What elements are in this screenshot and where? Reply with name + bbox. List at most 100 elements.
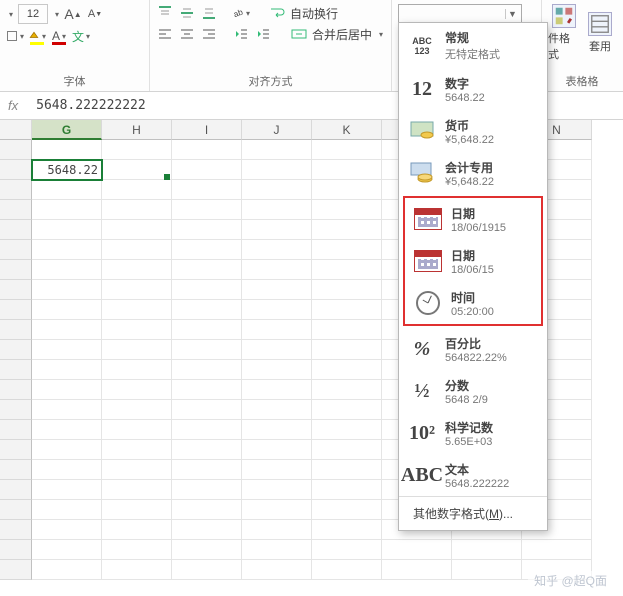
row-header[interactable] bbox=[0, 360, 32, 380]
format-option-time[interactable]: 时间05:20:00 bbox=[405, 282, 541, 324]
cell[interactable] bbox=[32, 540, 102, 560]
cell[interactable] bbox=[102, 500, 172, 520]
cell[interactable]: 5648.22 bbox=[32, 160, 102, 180]
cell[interactable] bbox=[102, 180, 172, 200]
format-option-date_long[interactable]: 日期18/06/1915 bbox=[405, 198, 541, 240]
cell[interactable] bbox=[102, 140, 172, 160]
cell[interactable] bbox=[312, 140, 382, 160]
cell[interactable] bbox=[242, 520, 312, 540]
align-middle-icon[interactable] bbox=[178, 4, 196, 22]
cell[interactable] bbox=[312, 500, 382, 520]
cell[interactable] bbox=[102, 200, 172, 220]
format-option-general[interactable]: ABC123常规无特定格式 bbox=[399, 23, 547, 68]
merge-center-icon[interactable] bbox=[290, 25, 308, 43]
cell[interactable] bbox=[452, 560, 522, 580]
cell[interactable] bbox=[32, 500, 102, 520]
cell[interactable] bbox=[32, 200, 102, 220]
cell[interactable] bbox=[382, 540, 452, 560]
cell[interactable] bbox=[32, 380, 102, 400]
cell[interactable] bbox=[172, 160, 242, 180]
cell[interactable] bbox=[172, 200, 242, 220]
number-format-combo[interactable]: ▼ bbox=[398, 4, 522, 24]
row-header[interactable] bbox=[0, 300, 32, 320]
cell[interactable] bbox=[312, 280, 382, 300]
cell[interactable] bbox=[242, 200, 312, 220]
cell[interactable] bbox=[102, 380, 172, 400]
format-option-scientific[interactable]: 10²科学记数5.65E+03 bbox=[399, 412, 547, 454]
increase-font-icon[interactable]: A▲ bbox=[64, 5, 82, 23]
row-header[interactable] bbox=[0, 200, 32, 220]
conditional-format-button[interactable]: 件格式 bbox=[548, 4, 580, 62]
cell[interactable] bbox=[242, 540, 312, 560]
cell[interactable] bbox=[312, 240, 382, 260]
cell[interactable] bbox=[522, 540, 592, 560]
cell[interactable] bbox=[172, 240, 242, 260]
cell[interactable] bbox=[242, 300, 312, 320]
cell[interactable] bbox=[102, 460, 172, 480]
cell[interactable] bbox=[312, 480, 382, 500]
row-header[interactable] bbox=[0, 180, 32, 200]
select-all-corner[interactable] bbox=[0, 120, 32, 140]
cell[interactable] bbox=[102, 220, 172, 240]
cell[interactable] bbox=[312, 380, 382, 400]
cell[interactable] bbox=[32, 480, 102, 500]
cell[interactable] bbox=[32, 180, 102, 200]
cell[interactable] bbox=[382, 560, 452, 580]
orientation-button[interactable]: ab bbox=[232, 4, 250, 22]
wrap-text-label[interactable]: 自动换行 bbox=[290, 5, 338, 22]
cell[interactable] bbox=[242, 360, 312, 380]
more-number-formats[interactable]: 其他数字格式(M)... bbox=[399, 496, 547, 530]
row-header[interactable] bbox=[0, 340, 32, 360]
cell[interactable] bbox=[32, 240, 102, 260]
row-header[interactable] bbox=[0, 420, 32, 440]
col-header-I[interactable]: I bbox=[172, 120, 242, 140]
row-header[interactable] bbox=[0, 540, 32, 560]
row-header[interactable] bbox=[0, 460, 32, 480]
cell[interactable] bbox=[242, 280, 312, 300]
cell[interactable] bbox=[102, 300, 172, 320]
cell[interactable] bbox=[32, 300, 102, 320]
row-header[interactable] bbox=[0, 240, 32, 260]
cell[interactable] bbox=[172, 440, 242, 460]
cell[interactable] bbox=[172, 400, 242, 420]
cell[interactable] bbox=[102, 440, 172, 460]
cell[interactable] bbox=[102, 520, 172, 540]
cell[interactable] bbox=[242, 320, 312, 340]
font-family-dropdown[interactable] bbox=[6, 5, 14, 23]
cell[interactable] bbox=[32, 520, 102, 540]
wrap-text-icon[interactable] bbox=[268, 4, 286, 22]
font-size-input[interactable]: 12 bbox=[18, 4, 48, 24]
row-header[interactable] bbox=[0, 560, 32, 580]
format-option-fraction[interactable]: ½分数5648 2/9 bbox=[399, 370, 547, 412]
cell[interactable] bbox=[242, 260, 312, 280]
cell[interactable] bbox=[172, 280, 242, 300]
row-header[interactable] bbox=[0, 260, 32, 280]
font-color-button[interactable]: A bbox=[50, 27, 68, 45]
cell[interactable] bbox=[312, 360, 382, 380]
cell[interactable] bbox=[102, 420, 172, 440]
decrease-font-icon[interactable]: A▼ bbox=[86, 5, 104, 23]
merge-center-dropdown[interactable] bbox=[376, 25, 384, 43]
cell[interactable] bbox=[242, 180, 312, 200]
align-center-icon[interactable] bbox=[178, 25, 196, 43]
cell[interactable] bbox=[102, 360, 172, 380]
row-header[interactable] bbox=[0, 520, 32, 540]
cell[interactable] bbox=[172, 180, 242, 200]
row-header[interactable] bbox=[0, 500, 32, 520]
phonetic-button[interactable]: 文 bbox=[72, 27, 90, 45]
cell[interactable] bbox=[312, 300, 382, 320]
cell[interactable] bbox=[312, 560, 382, 580]
cell[interactable] bbox=[312, 320, 382, 340]
align-right-icon[interactable] bbox=[200, 25, 218, 43]
cell[interactable] bbox=[242, 420, 312, 440]
cell[interactable] bbox=[32, 320, 102, 340]
cell[interactable] bbox=[32, 560, 102, 580]
format-option-currency[interactable]: 货币¥5,648.22 bbox=[399, 110, 547, 152]
format-option-text[interactable]: ABC文本5648.222222 bbox=[399, 454, 547, 496]
cell[interactable] bbox=[172, 340, 242, 360]
cell[interactable] bbox=[242, 480, 312, 500]
fx-label[interactable]: fx bbox=[8, 98, 18, 113]
format-option-date_short[interactable]: 日期18/06/15 bbox=[405, 240, 541, 282]
cell[interactable] bbox=[102, 280, 172, 300]
cell[interactable] bbox=[312, 540, 382, 560]
